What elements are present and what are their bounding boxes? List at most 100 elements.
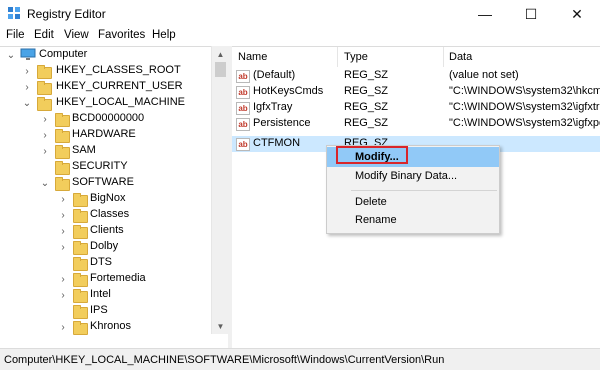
table-row[interactable]: ab IgfxTray REG_SZ "C:\WINDOWS\system32\… <box>232 100 600 116</box>
value-data: (value not set) <box>449 69 519 81</box>
folder-icon <box>73 321 88 335</box>
folder-icon <box>73 241 88 255</box>
folder-icon <box>73 289 88 303</box>
registry-tree: ⌄ Computer › HKEY_CLASSES_ROOT › HKEY_CU… <box>0 46 228 349</box>
value-data: "C:\WINDOWS\system32\igfxtray <box>449 101 600 113</box>
tree-scrollbar[interactable]: ▲ ▼ <box>211 46 229 334</box>
expand-chevron-icon[interactable]: › <box>40 146 50 157</box>
menu-help[interactable]: Help <box>152 29 176 41</box>
scroll-up-arrow-icon[interactable]: ▲ <box>212 46 229 62</box>
scroll-down-arrow-icon[interactable]: ▼ <box>212 318 229 334</box>
menu-file[interactable]: File <box>6 29 25 41</box>
tree-node-clients[interactable]: › Clients <box>0 223 211 239</box>
menu-item-modify-binary[interactable]: Modify Binary Data... <box>327 166 499 186</box>
tree-node-fortemedia[interactable]: › Fortemedia <box>0 271 211 287</box>
tree-label: IPS <box>90 304 108 316</box>
expand-chevron-icon[interactable]: › <box>58 194 68 205</box>
tree-node-dolby[interactable]: › Dolby <box>0 239 211 255</box>
expand-chevron-icon[interactable]: › <box>40 114 50 125</box>
registry-path: Computer\HKEY_LOCAL_MACHINE\SOFTWARE\Mic… <box>4 353 445 366</box>
menu-edit[interactable]: Edit <box>34 29 54 41</box>
expand-chevron-icon[interactable]: › <box>58 210 68 221</box>
value-name: IgfxTray <box>253 101 293 113</box>
column-header-type[interactable]: Type <box>344 47 444 67</box>
tree-label: BCD00000000 <box>72 112 145 124</box>
menu-favorites[interactable]: Favorites <box>98 29 145 41</box>
collapse-chevron-icon[interactable]: ⌄ <box>40 178 50 189</box>
table-row[interactable]: ab HotKeysCmds REG_SZ "C:\WINDOWS\system… <box>232 84 600 100</box>
value-name: Persistence <box>253 117 311 129</box>
registry-editor-icon <box>8 7 20 19</box>
tree-label: Fortemedia <box>90 272 146 284</box>
tree-label: Khronos <box>90 320 131 332</box>
tree-node-bcd[interactable]: › BCD00000000 <box>0 111 211 127</box>
tree-label: Intel <box>90 288 111 300</box>
tree-label: SECURITY <box>72 160 128 172</box>
expand-chevron-icon[interactable]: › <box>58 226 68 237</box>
column-divider[interactable] <box>443 47 444 67</box>
value-name: (Default) <box>253 69 296 81</box>
column-header-name[interactable]: Name <box>238 47 338 67</box>
expand-chevron-icon[interactable]: › <box>40 130 50 141</box>
folder-open-icon <box>55 177 70 191</box>
folder-open-icon <box>37 97 52 111</box>
expand-chevron-icon[interactable]: › <box>58 290 68 301</box>
tree-node-sam[interactable]: › SAM <box>0 143 211 159</box>
tree-node-software[interactable]: ⌄ SOFTWARE <box>0 175 211 191</box>
tree-node-dts[interactable]: DTS <box>0 255 211 271</box>
folder-icon <box>37 65 52 79</box>
folder-icon <box>73 193 88 207</box>
menu-item-label: Modify Binary Data... <box>355 170 458 182</box>
expand-chevron-icon[interactable]: › <box>58 322 68 333</box>
expand-chevron-icon[interactable]: › <box>22 82 32 93</box>
tree-node-khronos[interactable]: › Khronos <box>0 319 211 335</box>
collapse-chevron-icon[interactable]: ⌄ <box>22 98 32 109</box>
tree-node-security[interactable]: SECURITY <box>0 159 211 175</box>
folder-icon <box>55 129 70 143</box>
expand-chevron-icon[interactable]: › <box>58 274 68 285</box>
close-button[interactable]: ✕ <box>554 0 600 28</box>
string-value-icon: ab <box>236 138 250 151</box>
menu-bar: File Edit View Favorites Help <box>0 28 600 46</box>
menu-view[interactable]: View <box>64 29 89 41</box>
expand-chevron-icon[interactable]: › <box>22 66 32 77</box>
tree-label: HKEY_CLASSES_ROOT <box>56 64 181 76</box>
tree-node-computer[interactable]: ⌄ Computer <box>0 47 211 63</box>
highlight-annotation <box>336 146 408 164</box>
tree-label: HKEY_LOCAL_MACHINE <box>56 96 185 108</box>
scrollbar-thumb[interactable] <box>215 62 226 77</box>
menu-item-delete[interactable]: Delete <box>327 192 499 212</box>
tree-node-hklm[interactable]: ⌄ HKEY_LOCAL_MACHINE <box>0 95 211 111</box>
tree-node-classes[interactable]: › Classes <box>0 207 211 223</box>
tree-node-hardware[interactable]: › HARDWARE <box>0 127 211 143</box>
close-icon: ✕ <box>571 5 583 22</box>
tree-node-hkcr[interactable]: › HKEY_CLASSES_ROOT <box>0 63 211 79</box>
tree-node-ips[interactable]: IPS <box>0 303 211 319</box>
table-row[interactable]: ab (Default) REG_SZ (value not set) <box>232 68 600 84</box>
value-data: "C:\WINDOWS\system32\igfxper <box>449 117 600 129</box>
tree-node-intel[interactable]: › Intel <box>0 287 211 303</box>
tree-node-hkcu[interactable]: › HKEY_CURRENT_USER <box>0 79 211 95</box>
computer-icon <box>20 48 36 60</box>
status-bar: Computer\HKEY_LOCAL_MACHINE\SOFTWARE\Mic… <box>0 348 600 370</box>
collapse-chevron-icon[interactable]: ⌄ <box>6 50 16 61</box>
menu-item-label: Rename <box>355 214 397 226</box>
column-divider[interactable] <box>337 47 338 67</box>
expand-chevron-icon[interactable]: › <box>58 242 68 253</box>
maximize-icon: ☐ <box>524 5 538 22</box>
window-title: Registry Editor <box>27 7 106 21</box>
value-type: REG_SZ <box>344 85 389 97</box>
tree-label: SAM <box>72 144 96 156</box>
tree-label: Classes <box>90 208 130 220</box>
table-row[interactable]: ab Persistence REG_SZ "C:\WINDOWS\system… <box>232 116 600 132</box>
tree-label: DTS <box>90 256 112 268</box>
folder-icon <box>73 209 88 223</box>
column-header-data[interactable]: Data <box>449 47 589 67</box>
menu-item-rename[interactable]: Rename <box>327 210 499 230</box>
tree-label: SOFTWARE <box>72 176 134 188</box>
string-value-icon: ab <box>236 118 250 131</box>
tree-node-bignox[interactable]: › BigNox <box>0 191 211 207</box>
maximize-button[interactable]: ☐ <box>508 0 554 28</box>
minimize-button[interactable]: — <box>462 0 508 28</box>
folder-icon <box>37 81 52 95</box>
